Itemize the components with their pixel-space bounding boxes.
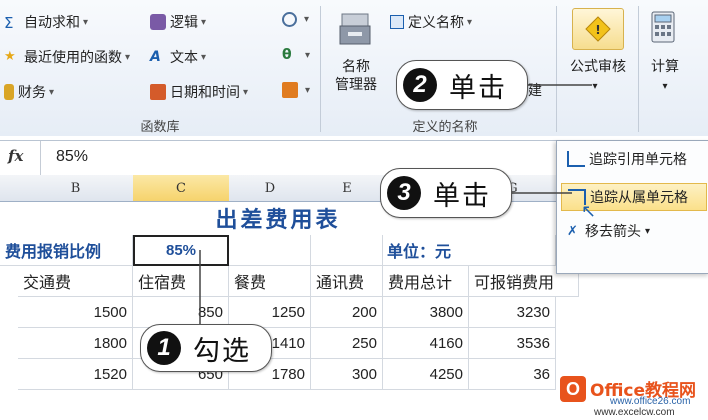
- callout-badge: 3: [387, 176, 421, 210]
- callout-badge: 1: [147, 331, 181, 365]
- office-logo-icon: O: [560, 376, 586, 402]
- callout-badge: 2: [403, 68, 437, 102]
- callout-text: 单击: [433, 180, 491, 212]
- callout-text: 勾选: [193, 335, 251, 367]
- callout-1: 1 勾选: [140, 324, 272, 372]
- callout-text: 单击: [449, 72, 507, 104]
- callout-3: 3 单击: [380, 168, 512, 218]
- callout-leaders: [199, 84, 592, 325]
- watermark: O Office教程网 www.office26.com www.excelcw…: [560, 374, 708, 420]
- watermark-url: www.office26.com: [610, 396, 691, 407]
- watermark-url2: www.excelcw.com: [594, 407, 675, 418]
- callout-2: 2 单击: [396, 60, 528, 110]
